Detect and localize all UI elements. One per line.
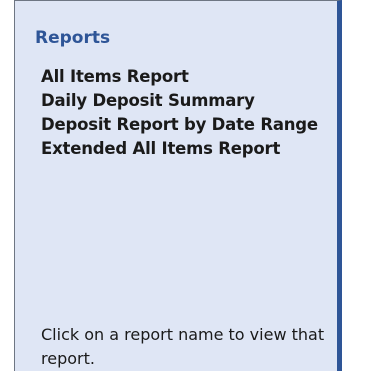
help-text: Click on a report name to view that repo… bbox=[41, 325, 325, 368]
list-item: Deposit Report by Date Range bbox=[41, 113, 318, 137]
reports-panel: Reports All Items Report Daily Deposit S… bbox=[14, 0, 342, 371]
list-item: Extended All Items Report bbox=[41, 137, 318, 161]
report-link-daily-deposit-summary[interactable]: Daily Deposit Summary bbox=[41, 89, 318, 113]
list-item: Daily Deposit Summary bbox=[41, 89, 318, 113]
report-link-extended-all-items[interactable]: Extended All Items Report bbox=[41, 137, 318, 161]
report-link-all-items[interactable]: All Items Report bbox=[41, 65, 318, 89]
panel-title: Reports bbox=[35, 28, 111, 48]
report-list: All Items Report Daily Deposit Summary D… bbox=[41, 65, 318, 161]
list-item: All Items Report bbox=[41, 65, 318, 89]
report-link-deposit-by-date-range[interactable]: Deposit Report by Date Range bbox=[41, 113, 318, 137]
